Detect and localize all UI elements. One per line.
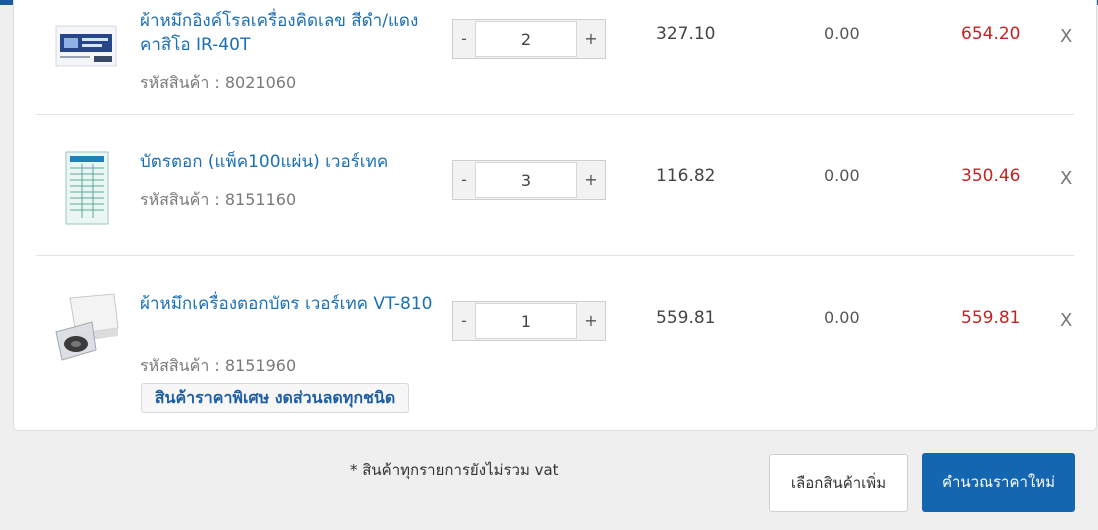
quantity-input[interactable]: [475, 303, 577, 339]
unit-price: 327.10: [656, 24, 716, 44]
line-total: 350.46: [961, 166, 1021, 186]
product-sku: รหัสสินค้า : 8151160: [140, 188, 296, 213]
product-sku: รหัสสินค้า : 8151960: [140, 354, 296, 379]
sku-label: รหัสสินค้า :: [140, 73, 225, 92]
sku-value: 8151160: [224, 190, 297, 209]
remove-item-button[interactable]: X: [1060, 168, 1072, 189]
special-price-badge: สินค้าราคาพิเศษ งดส่วนลดทุกชนิด: [141, 383, 409, 413]
product-thumbnail[interactable]: [52, 292, 122, 368]
increase-quantity-button[interactable]: +: [577, 20, 605, 58]
sku-value: 8021060: [224, 73, 297, 92]
product-name-link[interactable]: บัตรตอก (แพ็ค100แผ่น) เวอร์เทค: [140, 150, 440, 174]
sku-value: 8151960: [224, 356, 297, 375]
cart-items-panel: ผ้าหมึกอิงค์โรลเครื่องคิดเลข สีดำ/แดง คา…: [13, 0, 1097, 431]
discount: 0.00: [824, 166, 860, 185]
sku-label: รหัสสินค้า :: [140, 356, 225, 375]
quantity-stepper: - +: [452, 160, 606, 200]
increase-quantity-button[interactable]: +: [577, 302, 605, 340]
quantity-stepper: - +: [452, 19, 606, 59]
row-divider: [36, 114, 1074, 115]
line-total: 654.20: [961, 24, 1021, 44]
sku-label: รหัสสินค้า :: [140, 190, 225, 209]
product-sku: รหัสสินค้า : 8021060: [140, 71, 296, 96]
row-divider: [36, 255, 1074, 256]
product-thumbnail[interactable]: [62, 150, 112, 230]
remove-item-button[interactable]: X: [1060, 310, 1072, 331]
quantity-stepper: - +: [452, 301, 606, 341]
remove-item-button[interactable]: X: [1060, 26, 1072, 47]
line-total: 559.81: [961, 308, 1021, 328]
decrease-quantity-button[interactable]: -: [453, 20, 475, 58]
unit-price: 116.82: [656, 166, 716, 186]
product-thumbnail[interactable]: [54, 20, 118, 76]
product-name-link[interactable]: ผ้าหมึกอิงค์โรลเครื่องคิดเลข สีดำ/แดง คา…: [140, 9, 440, 57]
vat-note: * สินค้าทุกรายการยังไม่รวม vat: [350, 461, 559, 479]
add-more-products-button[interactable]: เลือกสินค้าเพิ่ม: [769, 454, 908, 512]
recalculate-button[interactable]: คำนวณราคาใหม่: [922, 453, 1075, 512]
increase-quantity-button[interactable]: +: [577, 161, 605, 199]
unit-price: 559.81: [656, 308, 716, 328]
decrease-quantity-button[interactable]: -: [453, 302, 475, 340]
decrease-quantity-button[interactable]: -: [453, 161, 475, 199]
quantity-input[interactable]: [475, 162, 577, 198]
discount: 0.00: [824, 24, 860, 43]
discount: 0.00: [824, 308, 860, 327]
quantity-input[interactable]: [475, 21, 577, 57]
product-name-link[interactable]: ผ้าหมึกเครื่องตอกบัตร เวอร์เทค VT-810: [140, 292, 440, 316]
